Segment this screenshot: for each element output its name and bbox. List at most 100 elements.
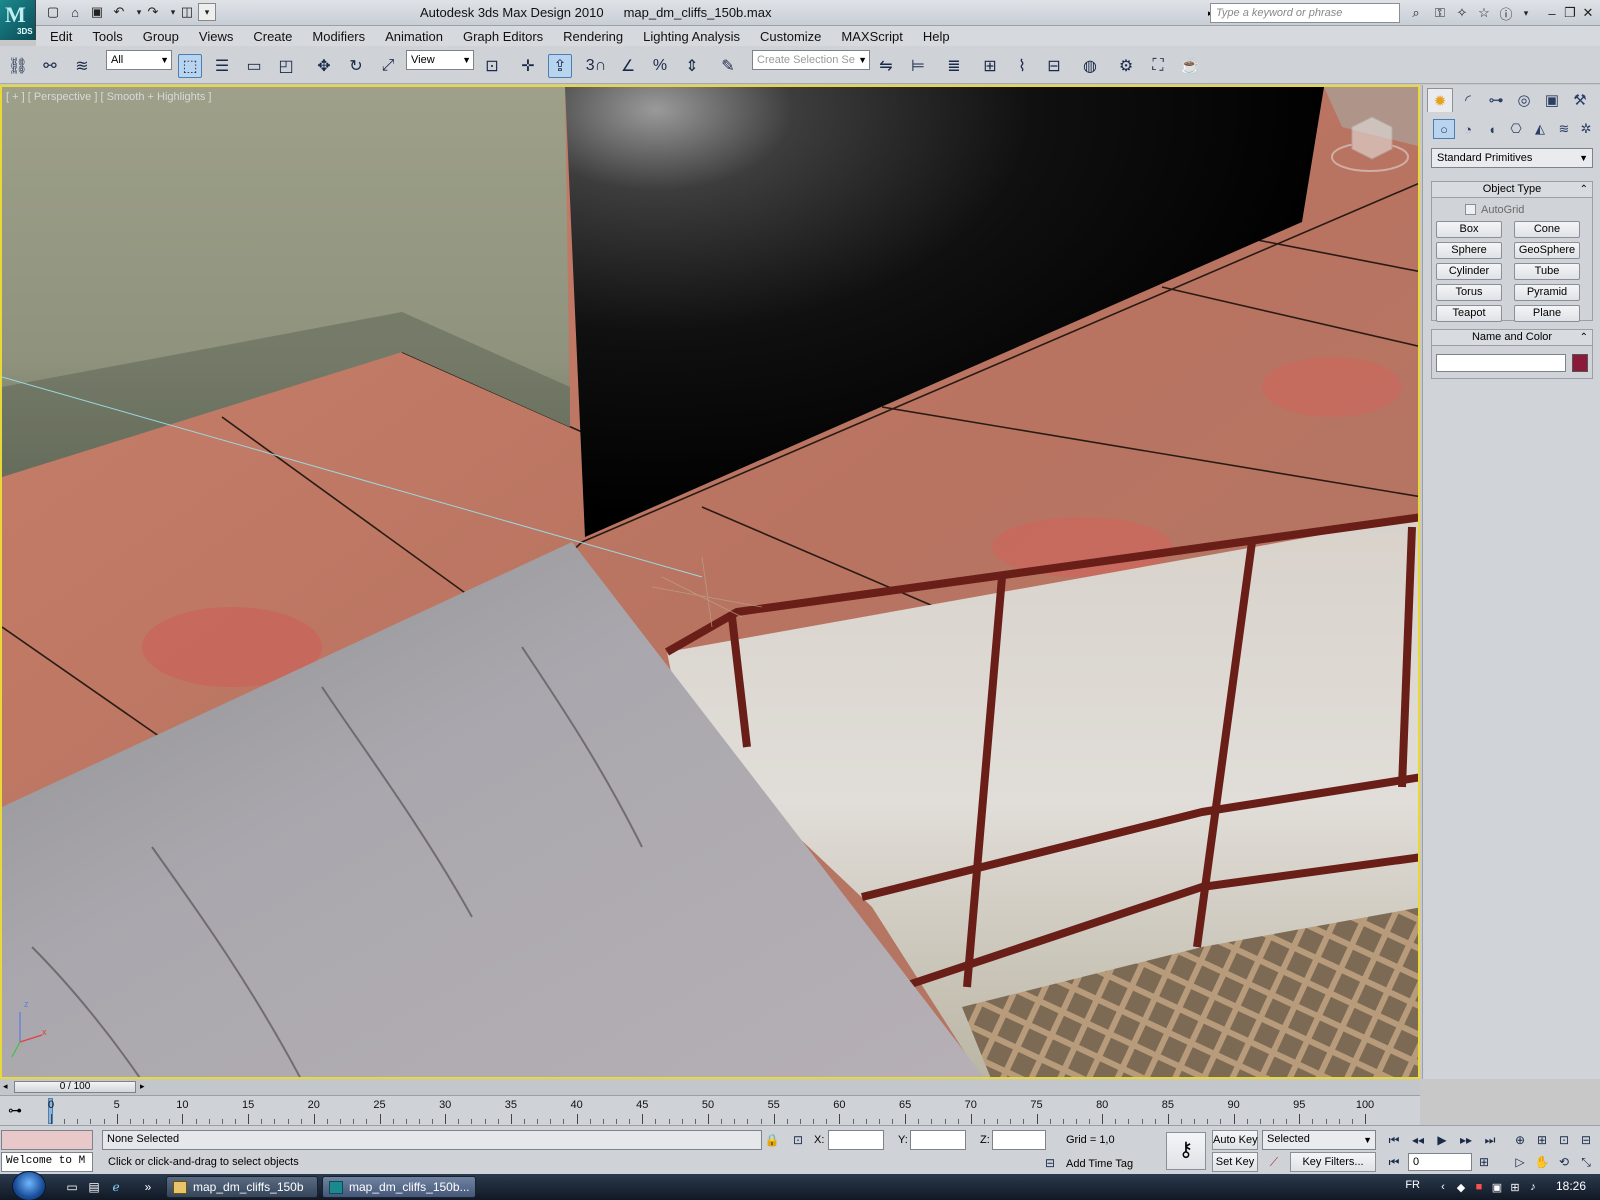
menu-create[interactable]: Create	[253, 29, 292, 44]
modify-tab-icon[interactable]: ◜	[1455, 88, 1481, 112]
display-tab-icon[interactable]: ▣	[1539, 88, 1565, 112]
menu-animation[interactable]: Animation	[385, 29, 443, 44]
menu-tools[interactable]: Tools	[92, 29, 122, 44]
add-time-tag[interactable]: Add Time Tag	[1066, 1158, 1133, 1170]
explorer-icon[interactable]: ▤	[86, 1179, 102, 1195]
reference-coordinate-dropdown[interactable]: View ▼	[406, 50, 474, 70]
tray-security-icon[interactable]: ■	[1472, 1180, 1486, 1194]
zoom-extents-icon[interactable]: ⊡	[1554, 1131, 1574, 1149]
language-indicator[interactable]: FR	[1405, 1179, 1420, 1191]
space-warps-icon[interactable]: ≋	[1553, 119, 1575, 139]
motion-tab-icon[interactable]: ◎	[1511, 88, 1537, 112]
communication-center-icon[interactable]: ✧	[1452, 4, 1472, 22]
hierarchy-tab-icon[interactable]: ⊶	[1483, 88, 1509, 112]
cameras-icon[interactable]: ⎔	[1505, 119, 1527, 139]
edit-named-selection-icon[interactable]: ✎	[716, 54, 740, 78]
menu-views[interactable]: Views	[199, 29, 233, 44]
key-mode-dropdown[interactable]: Selected ▼	[1262, 1130, 1376, 1150]
perspective-viewport[interactable]: [ + ] [ Perspective ] [ Smooth + Highlig…	[0, 85, 1420, 1079]
network-icon[interactable]: ⊞	[1508, 1180, 1522, 1194]
field-of-view-icon[interactable]: ▷	[1510, 1153, 1530, 1171]
layer-manager-icon[interactable]: ≣	[942, 54, 966, 78]
previous-frame-icon[interactable]: ◂◂	[1408, 1131, 1428, 1149]
rectangular-selection-icon[interactable]: ▭	[242, 54, 266, 78]
go-to-start-icon[interactable]: ⏮	[1384, 1131, 1404, 1149]
name-and-color-rollout-header[interactable]: Name and Color ⌃	[1432, 330, 1592, 346]
set-key-button[interactable]: Set Key	[1212, 1152, 1258, 1172]
menu-group[interactable]: Group	[143, 29, 179, 44]
percent-snap-icon[interactable]: %	[648, 54, 672, 78]
start-button[interactable]	[12, 1171, 46, 1200]
select-object-icon[interactable]: ⬚	[178, 54, 202, 78]
zoom-extents-all-icon[interactable]: ⊟	[1576, 1131, 1596, 1149]
spinner-snap-icon[interactable]: ⇕	[680, 54, 704, 78]
scale-icon[interactable]: ⤢	[376, 54, 400, 78]
menu-graph-editors[interactable]: Graph Editors	[463, 29, 543, 44]
save-file-icon[interactable]: ▣	[88, 3, 106, 21]
named-selection-set-dropdown[interactable]: Create Selection Se ▼	[752, 50, 870, 70]
auto-key-button[interactable]: Auto Key	[1212, 1130, 1258, 1150]
select-manipulate-icon[interactable]: ✛	[516, 54, 540, 78]
maxscript-mini-listener[interactable]	[1, 1130, 93, 1150]
geosphere-button[interactable]: GeoSphere	[1514, 242, 1580, 259]
zoom-icon[interactable]: ⊕	[1510, 1131, 1530, 1149]
go-to-end-icon[interactable]: ⏭	[1480, 1131, 1500, 1149]
cone-button[interactable]: Cone	[1514, 221, 1580, 238]
play-icon[interactable]: ▶	[1432, 1131, 1452, 1149]
absolute-mode-transform-icon[interactable]: ⊡	[788, 1131, 808, 1149]
time-slider-bar[interactable]: ◂ 0 / 100 ▸	[0, 1079, 1420, 1095]
chevron-right-icon[interactable]: ▸	[140, 1081, 145, 1092]
quick-access-dropdown-icon[interactable]: ▾	[198, 3, 216, 21]
project-folder-icon[interactable]: ◫	[178, 3, 196, 21]
category-dropdown[interactable]: Standard Primitives ▼	[1431, 148, 1593, 168]
use-pivot-center-icon[interactable]: ⊡	[480, 54, 504, 78]
track-bar[interactable]: ⊶ 0 5 10 15 20 25 30 35 40 45 50 55 60 65 70 75 80 85 90 95…	[0, 1095, 1420, 1125]
tray-expand-icon[interactable]: ‹	[1436, 1180, 1450, 1194]
z-coord-input[interactable]	[992, 1130, 1046, 1150]
keyboard-shortcut-override-icon[interactable]: ⇪	[548, 54, 572, 78]
restore-icon[interactable]: ❐	[1560, 4, 1580, 22]
search-input[interactable]: Type a keyword or phrase	[1210, 3, 1400, 23]
binoculars-icon[interactable]: ⌕	[1406, 4, 1426, 22]
help-icon[interactable]: ⓘ	[1496, 4, 1516, 22]
link-icon[interactable]: ⛓	[6, 54, 30, 78]
tube-button[interactable]: Tube	[1514, 263, 1580, 280]
create-tab-icon[interactable]: ✹	[1427, 88, 1453, 112]
systems-icon[interactable]: ✲	[1575, 119, 1597, 139]
current-frame-input[interactable]: 0	[1408, 1153, 1472, 1171]
cylinder-button[interactable]: Cylinder	[1436, 263, 1502, 280]
box-button[interactable]: Box	[1436, 221, 1502, 238]
torus-button[interactable]: Torus	[1436, 284, 1502, 301]
menu-rendering[interactable]: Rendering	[563, 29, 623, 44]
maximize-viewport-icon[interactable]: ⤡	[1576, 1153, 1596, 1171]
x-coord-input[interactable]	[828, 1130, 884, 1150]
y-coord-input[interactable]	[910, 1130, 966, 1150]
time-configuration-icon[interactable]: ⊞	[1474, 1153, 1494, 1171]
plane-button[interactable]: Plane	[1514, 305, 1580, 322]
viewport-label[interactable]: [ + ] [ Perspective ] [ Smooth + Highlig…	[6, 91, 211, 103]
menu-maxscript[interactable]: MAXScript	[841, 29, 902, 44]
key-filters-button[interactable]: Key Filters...	[1290, 1152, 1376, 1172]
align-icon[interactable]: ⊨	[906, 54, 930, 78]
teapot-button[interactable]: Teapot	[1436, 305, 1502, 322]
menu-customize[interactable]: Customize	[760, 29, 821, 44]
lights-icon[interactable]: ◖	[1481, 119, 1503, 139]
tray-app-icon[interactable]: ◆	[1454, 1180, 1468, 1194]
curve-editor-icon[interactable]: ⌇	[1010, 54, 1034, 78]
pan-view-icon[interactable]: ✋	[1532, 1153, 1552, 1171]
orbit-icon[interactable]: ⟲	[1554, 1153, 1574, 1171]
app-logo[interactable]: M 3DS	[0, 0, 36, 40]
angle-snap-icon[interactable]: ∠	[616, 54, 640, 78]
chevron-left-icon[interactable]: ◂	[3, 1081, 8, 1092]
mirror-icon[interactable]: ⇋	[874, 54, 898, 78]
window-crossing-icon[interactable]: ◰	[274, 54, 298, 78]
volume-icon[interactable]: ♪	[1526, 1180, 1540, 1194]
selection-lock-icon[interactable]: 🔒	[762, 1131, 782, 1149]
time-slider-thumb[interactable]: 0 / 100	[14, 1081, 136, 1093]
taskbar-item-3dsmax[interactable]: map_dm_cliffs_150b...	[322, 1176, 476, 1198]
select-by-name-icon[interactable]: ☰	[210, 54, 234, 78]
zoom-all-icon[interactable]: ⊞	[1532, 1131, 1552, 1149]
render-production-icon[interactable]: ☕	[1178, 54, 1202, 78]
quick-launch-overflow-icon[interactable]: »	[140, 1179, 156, 1195]
key-mode-toggle-icon[interactable]: ⏮	[1384, 1153, 1404, 1171]
